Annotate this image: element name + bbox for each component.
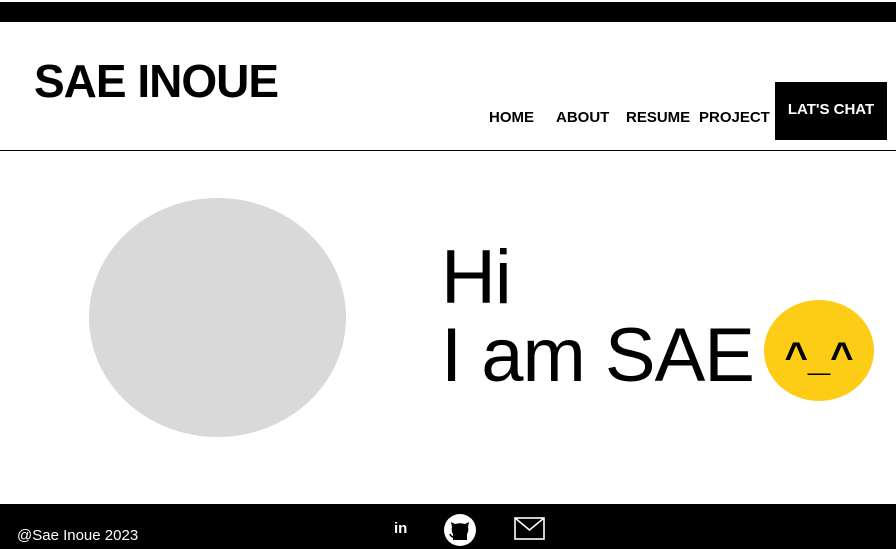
smiley-face: ^_^ (785, 335, 854, 379)
nav-resume[interactable]: RESUME (626, 110, 690, 125)
emoticon-text: ^_^ (785, 335, 854, 379)
avatar-placeholder (89, 198, 346, 437)
mail-icon-svg (514, 517, 545, 540)
hero-intro: I am SAE (441, 313, 755, 398)
chat-button[interactable]: LAT'S CHAT (775, 82, 887, 140)
smiley-icon: ^_^ (764, 300, 874, 401)
nav-project[interactable]: PROJECT (699, 110, 770, 125)
github-icon-svg (444, 514, 476, 546)
nav-home[interactable]: HOME (489, 110, 534, 125)
site-footer: @Sae Inoue 2023 in (0, 504, 896, 549)
hero-greeting: Hi (441, 235, 512, 320)
site-logo[interactable]: SAE INOUE (34, 58, 279, 104)
top-strip (0, 0, 896, 22)
copyright: @Sae Inoue 2023 (17, 527, 139, 544)
github-icon[interactable] (443, 513, 477, 547)
mail-icon[interactable] (514, 517, 545, 540)
site-header: SAE INOUE HOME ABOUT RESUME PROJECT LAT'… (0, 22, 896, 151)
linkedin-icon[interactable]: in (394, 521, 407, 536)
nav-about[interactable]: ABOUT (556, 110, 609, 125)
